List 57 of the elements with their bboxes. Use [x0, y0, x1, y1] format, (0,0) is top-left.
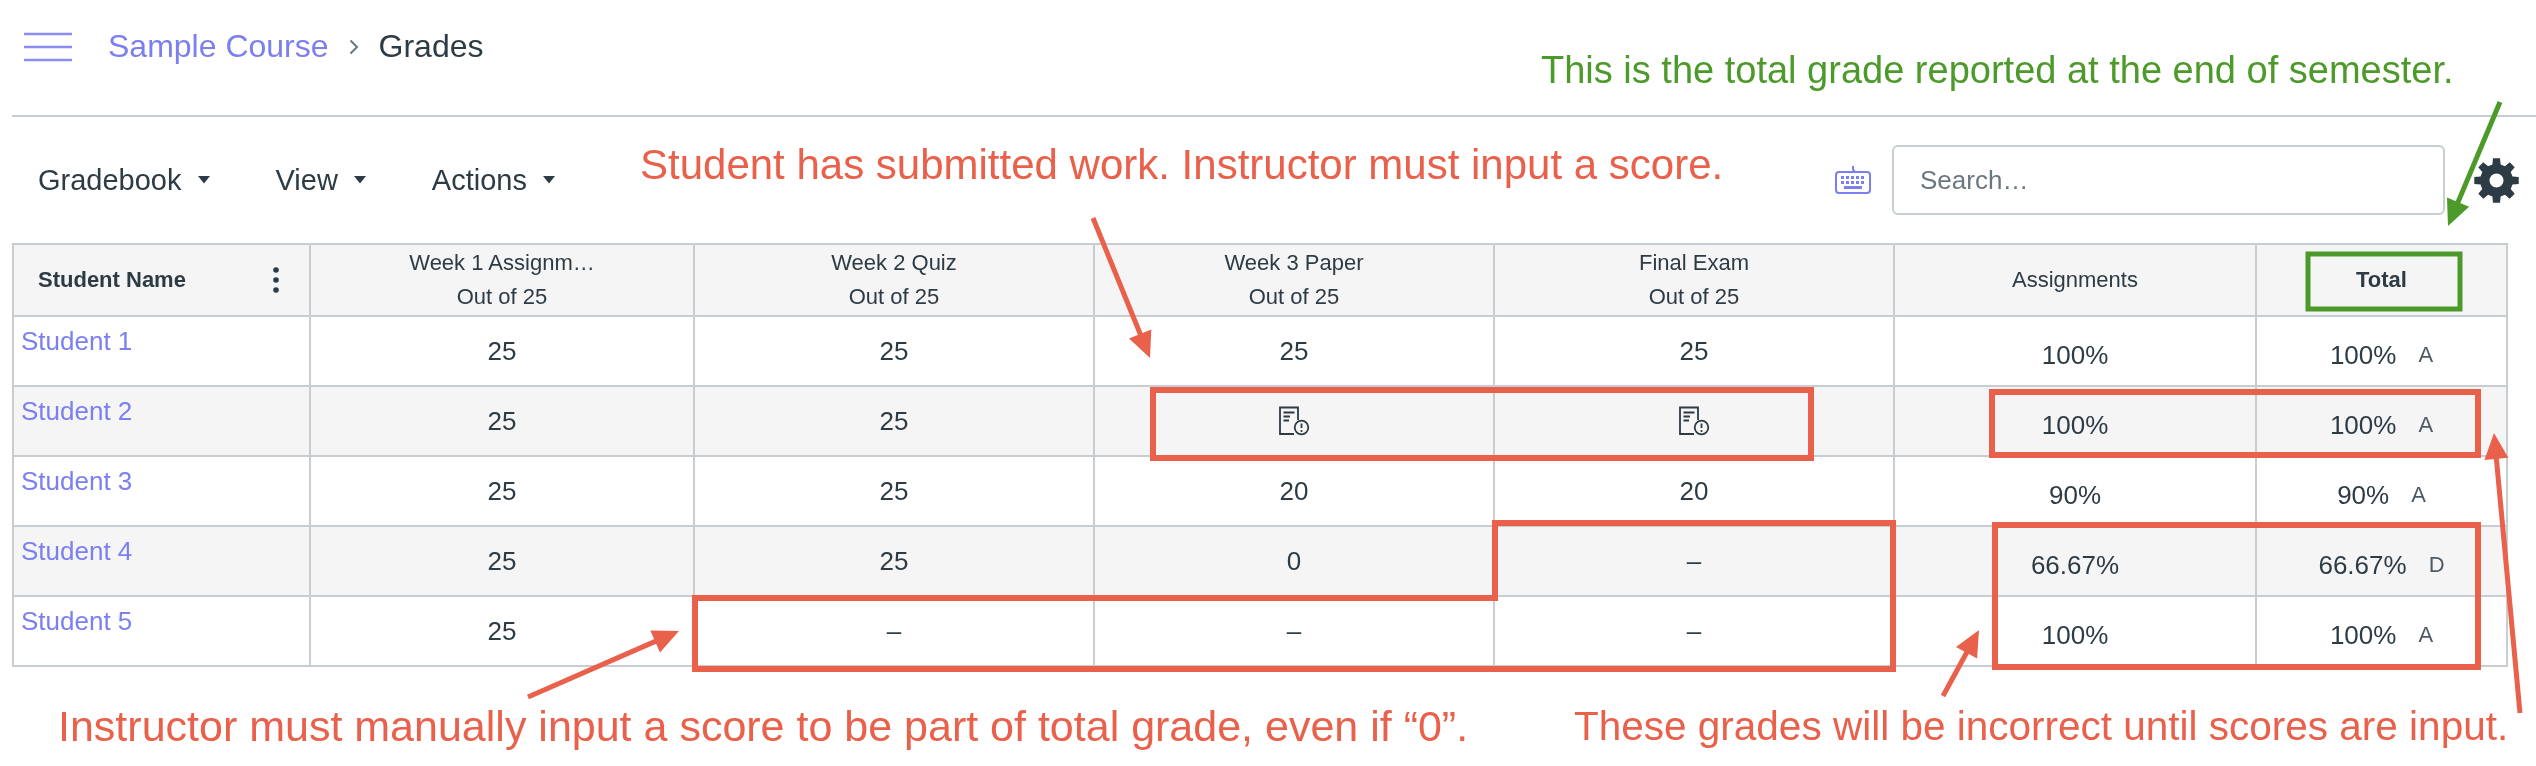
column-title: Total: [2356, 266, 2407, 294]
score-cell[interactable]: 0: [1095, 527, 1495, 597]
score-cell[interactable]: 25: [311, 387, 695, 457]
annotation-note: This is the total grade reported at the end of semester.: [1541, 48, 2454, 93]
points-possible: Out of 25: [1248, 283, 1340, 311]
score-cell[interactable]: [1495, 387, 1895, 457]
annotation-note: Instructor must manually input a score to be part of total grade, even if “0”.: [58, 701, 1469, 751]
letter-grade: A: [2418, 342, 2434, 368]
score-cell[interactable]: 25: [1095, 317, 1495, 387]
letter-grade: D: [2428, 552, 2445, 578]
score-cell[interactable]: 25: [311, 317, 695, 387]
toolbar-menu-button[interactable]: Actions: [431, 163, 555, 197]
breadcrumb-current: Grades: [378, 28, 484, 65]
column-title: Assignments: [2012, 266, 2138, 294]
percent-cell: 66.67%: [1895, 527, 2257, 597]
caret-icon: [353, 176, 366, 184]
points-possible: Out of 25: [456, 283, 548, 311]
points-possible: Out of 25: [848, 283, 940, 311]
toolbar-menu-button[interactable]: View: [275, 163, 366, 197]
score-cell[interactable]: 25: [1495, 317, 1895, 387]
score-cell[interactable]: 25: [695, 387, 1095, 457]
column-title: Week 3 Paper: [1224, 249, 1364, 277]
column-title: Week 2 Quiz: [831, 249, 957, 277]
score-cell[interactable]: 25: [311, 527, 695, 597]
annotation-note: These grades will be incorrect until scores are input.: [1574, 702, 2509, 750]
search-field[interactable]: Search…: [1892, 145, 2445, 215]
caret-icon: [197, 176, 210, 184]
total-percent: 100%: [2329, 619, 2397, 651]
settings-icon[interactable]: [2474, 157, 2519, 203]
percent-cell: 100%: [1895, 597, 2257, 667]
document-alert-icon: [1278, 406, 1310, 436]
points-possible: Out of 25: [1648, 283, 1740, 311]
score-cell[interactable]: 25: [695, 457, 1095, 527]
letter-grade: A: [2418, 622, 2434, 648]
pointer-arrow: [1940, 630, 1979, 698]
percent-cell: 90%: [1895, 457, 2257, 527]
column-title: Final Exam: [1638, 249, 1749, 277]
letter-grade: A: [2411, 482, 2426, 508]
menu-icon[interactable]: [24, 31, 72, 62]
caret-icon: [542, 176, 555, 184]
letter-grade: A: [2418, 412, 2434, 438]
annotation-note: Student has submitted work. Instructor must input a score.: [640, 140, 1724, 190]
total-percent: 90%: [2337, 479, 2390, 511]
kebab-menu-icon[interactable]: [273, 267, 279, 293]
document-alert-icon: [1678, 406, 1710, 436]
percent-cell: 100%: [1895, 317, 2257, 387]
column-title: Week 1 Assignm…: [409, 249, 595, 277]
chevron-icon: [348, 38, 359, 55]
column-title: Student Name: [38, 266, 186, 294]
score-cell[interactable]: 25: [311, 457, 695, 527]
total-percent: 100%: [2329, 409, 2397, 441]
total-percent: 66.67%: [2318, 549, 2407, 581]
score-cell[interactable]: 25: [695, 527, 1095, 597]
score-cell[interactable]: 25: [695, 317, 1095, 387]
keyboard-icon[interactable]: [1835, 166, 1871, 194]
total-percent: 100%: [2329, 339, 2397, 371]
toolbar-menu-button[interactable]: Gradebook: [38, 163, 210, 197]
